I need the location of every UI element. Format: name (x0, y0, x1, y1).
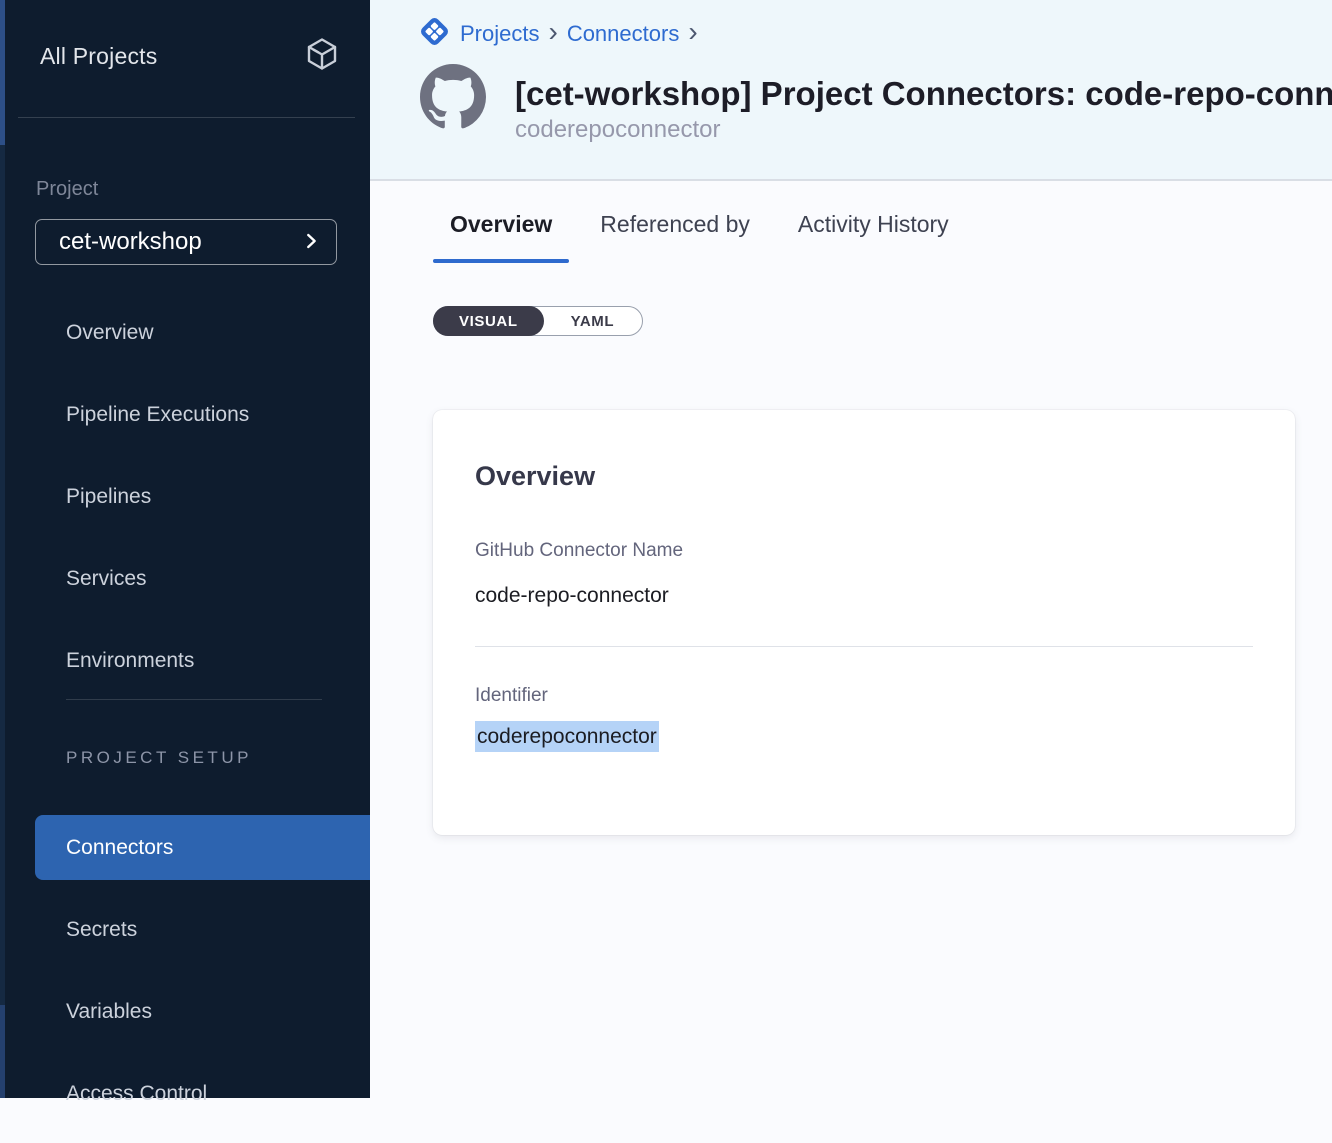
connector-name-value: code-repo-connector (475, 584, 1253, 608)
connector-name-label: GitHub Connector Name (475, 540, 1253, 562)
page-title: [cet-workshop] Project Connectors: code-… (515, 74, 1332, 114)
sidebar-item-connectors[interactable]: Connectors (35, 815, 370, 880)
tab-activity-history[interactable]: Activity History (781, 211, 966, 263)
breadcrumb: Projects › Connectors › (418, 15, 698, 53)
title-block: [cet-workshop] Project Connectors: code-… (515, 74, 1332, 146)
sidebar: All Projects Project cet-workshop Overvi… (0, 0, 370, 1098)
project-section-label: Project (36, 178, 98, 201)
project-selector[interactable]: cet-workshop (35, 219, 337, 265)
tab-overview[interactable]: Overview (433, 211, 569, 263)
breadcrumb-separator-icon: › (688, 21, 697, 47)
sidebar-item-overview[interactable]: Overview (35, 300, 370, 365)
identifier-label: Identifier (475, 685, 1253, 707)
card-title: Overview (475, 458, 1253, 494)
app-window: All Projects Project cet-workshop Overvi… (0, 0, 1332, 1098)
card-divider (475, 646, 1253, 647)
chevron-right-icon (300, 230, 322, 255)
sidebar-divider (18, 117, 355, 118)
visual-yaml-toggle: VISUAL YAML (433, 306, 643, 336)
identifier-value: coderepoconnector (475, 725, 1253, 749)
toggle-option-yaml[interactable]: YAML (543, 313, 643, 330)
sidebar-nav-primary: Overview Pipeline Executions Pipelines S… (35, 300, 370, 710)
github-icon (420, 64, 486, 130)
all-projects-label: All Projects (40, 43, 157, 70)
cube-icon[interactable] (302, 34, 342, 79)
sidebar-item-access-control[interactable]: Access Control (35, 1061, 370, 1126)
page-subtitle: coderepoconnector (515, 114, 1332, 146)
breadcrumb-connectors-link[interactable]: Connectors (567, 21, 680, 47)
tab-bar: Overview Referenced by Activity History (433, 211, 1332, 263)
project-setup-header: PROJECT SETUP (66, 748, 252, 768)
main-content: Projects › Connectors › [cet-workshop] P… (370, 0, 1332, 1098)
all-projects-row[interactable]: All Projects (40, 34, 342, 78)
project-selector-value: cet-workshop (59, 228, 202, 256)
identifier-selected-text[interactable]: coderepoconnector (475, 721, 659, 752)
sidebar-section-divider (66, 699, 322, 700)
sidebar-item-variables[interactable]: Variables (35, 979, 370, 1044)
breadcrumb-separator-icon: › (548, 21, 557, 47)
sidebar-item-services[interactable]: Services (35, 546, 370, 611)
sidebar-nav-setup: Connectors Secrets Variables Access Cont… (35, 815, 370, 1143)
sidebar-scroll-strip (0, 0, 5, 1098)
scroll-indicator-top (0, 0, 5, 145)
sidebar-item-pipelines[interactable]: Pipelines (35, 464, 370, 529)
sidebar-item-pipeline-executions[interactable]: Pipeline Executions (35, 382, 370, 447)
scroll-indicator-bottom (0, 1005, 5, 1098)
sidebar-item-secrets[interactable]: Secrets (35, 897, 370, 962)
overview-card: Overview GitHub Connector Name code-repo… (433, 410, 1295, 835)
projects-diamond-icon[interactable] (418, 15, 451, 53)
tab-referenced-by[interactable]: Referenced by (583, 211, 767, 263)
breadcrumb-projects-link[interactable]: Projects (460, 21, 539, 47)
toggle-option-visual[interactable]: VISUAL (433, 306, 544, 336)
sidebar-item-environments[interactable]: Environments (35, 628, 370, 693)
page-header: Projects › Connectors › [cet-workshop] P… (370, 0, 1332, 181)
